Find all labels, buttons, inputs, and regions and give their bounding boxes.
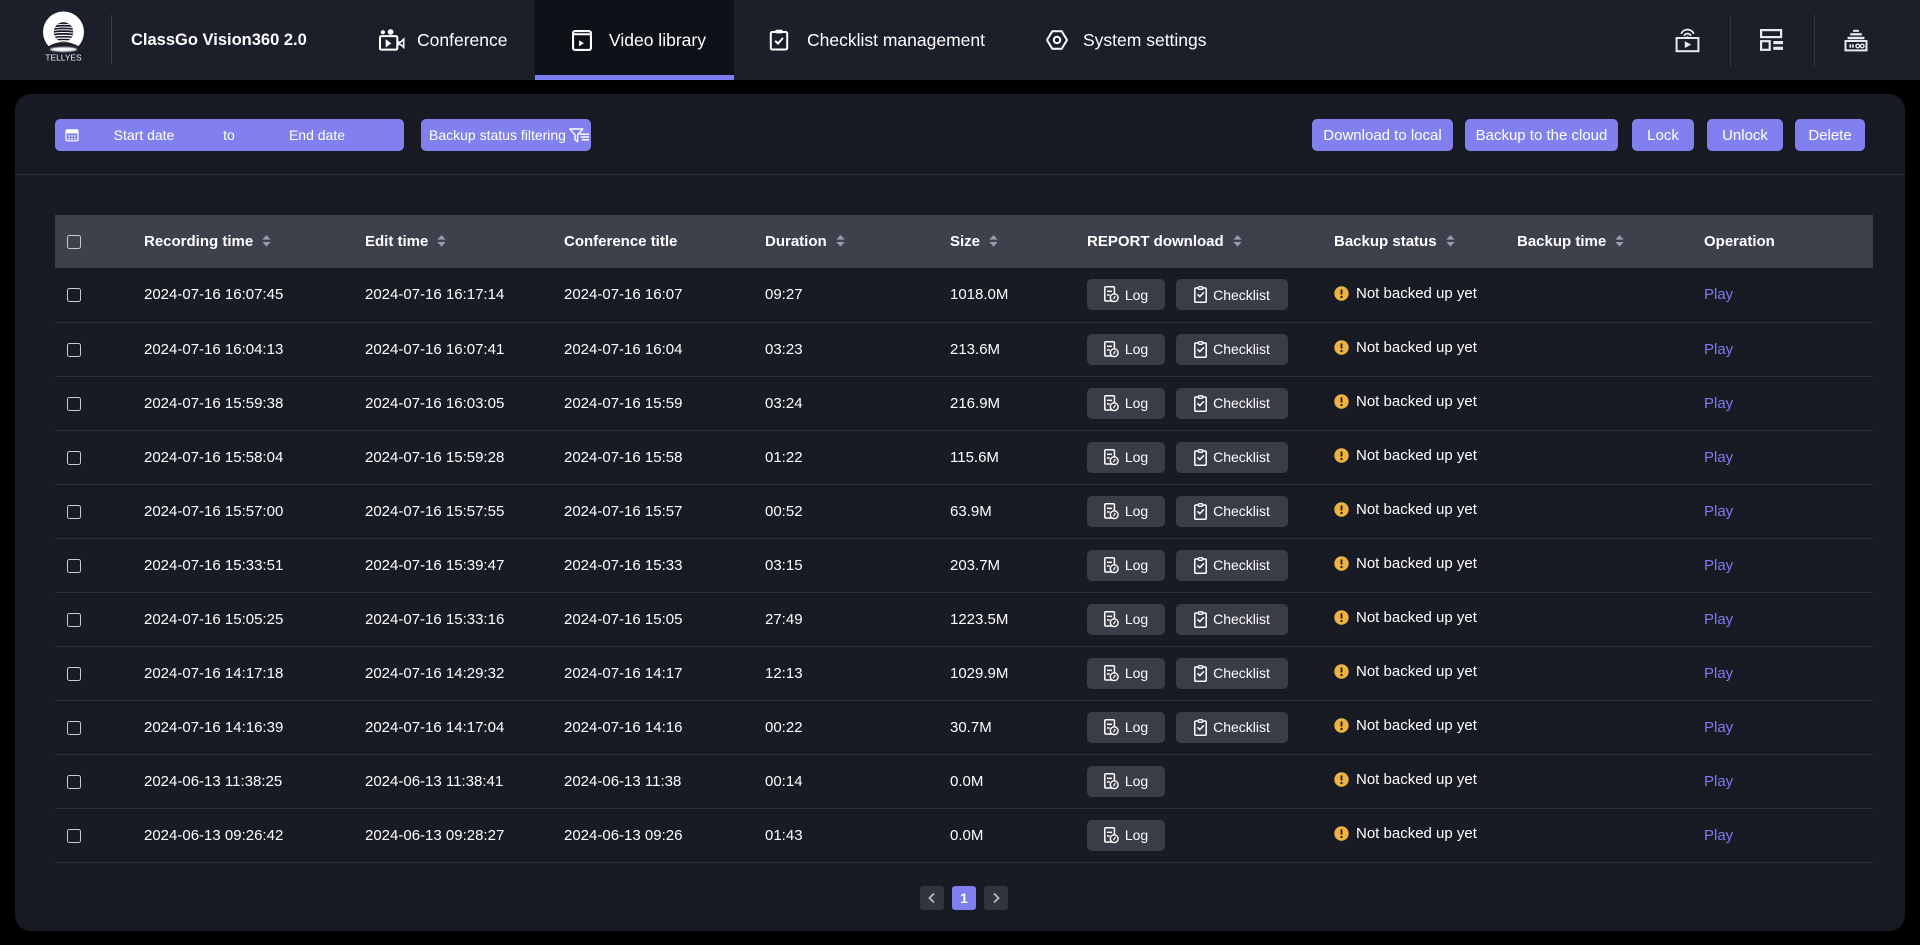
svg-text:TELLYES: TELLYES: [45, 53, 82, 63]
